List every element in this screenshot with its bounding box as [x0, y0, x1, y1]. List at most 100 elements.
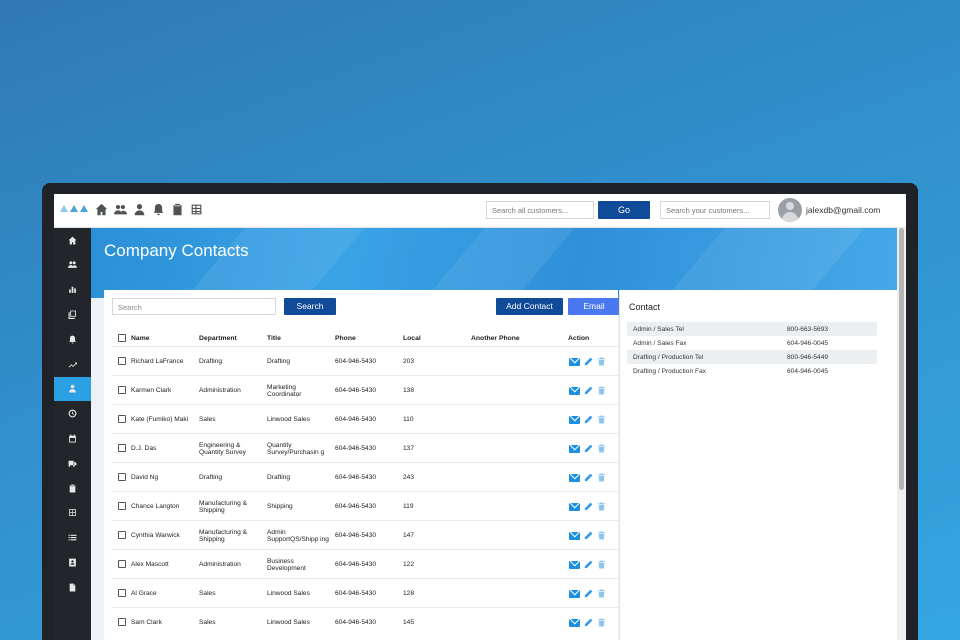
email-button[interactable]: Email — [568, 298, 620, 315]
sidebar-item-bar-chart[interactable] — [54, 278, 91, 302]
trash-icon[interactable] — [597, 618, 606, 627]
row-checkbox[interactable] — [118, 589, 126, 597]
mail-icon[interactable] — [569, 357, 580, 366]
cell-phone: 604-946-5430 — [335, 387, 377, 394]
sidebar-item-grid[interactable] — [54, 501, 91, 525]
pencil-icon[interactable] — [584, 589, 593, 598]
sidebar-item-clock[interactable] — [54, 402, 91, 426]
search-your-customers-input[interactable]: Search your customers... — [660, 201, 770, 219]
trash-icon[interactable] — [597, 444, 606, 453]
column-header-phone[interactable]: Phone — [335, 335, 356, 342]
avatar[interactable] — [778, 198, 802, 222]
pencil-icon[interactable] — [584, 386, 593, 395]
row-checkbox[interactable] — [118, 444, 126, 452]
monitor-frame: Search all customers... Go Search your c… — [42, 183, 918, 640]
table-row[interactable]: Karmen Clark Administration Marketing Coor… — [112, 375, 620, 404]
sidebar-item-clipboard[interactable] — [54, 476, 91, 500]
row-actions — [569, 415, 606, 424]
sidebar-item-users[interactable] — [54, 253, 91, 277]
pencil-icon[interactable] — [584, 415, 593, 424]
list-icon — [68, 534, 77, 541]
table-row[interactable]: Sam Clark Sales Linwood Sales 604-946-5430 1… — [112, 607, 620, 636]
trash-icon[interactable] — [597, 502, 606, 511]
column-header-department[interactable]: Department — [199, 335, 237, 342]
main-scrollbar[interactable] — [897, 228, 906, 640]
select-all-checkbox[interactable] — [118, 334, 126, 342]
table-row[interactable]: Kate (Fumiko) Maki Sales Linwood Sales 604-… — [112, 404, 620, 433]
cell-name: Kate (Fumiko) Maki — [131, 416, 189, 423]
mail-icon[interactable] — [569, 386, 580, 395]
calendar-icon — [69, 434, 76, 443]
sidebar-item-list[interactable] — [54, 526, 91, 550]
pencil-icon[interactable] — [584, 357, 593, 366]
trash-icon[interactable] — [597, 531, 606, 540]
sidebar-item-copy[interactable] — [54, 302, 91, 326]
trash-icon[interactable] — [597, 357, 606, 366]
mail-icon[interactable] — [569, 502, 580, 511]
cell-name: David Ng — [131, 474, 159, 481]
sidebar-item-home[interactable] — [54, 228, 91, 252]
table-row[interactable]: Chance Langton Manufacturing & Shipping Sh… — [112, 491, 620, 520]
add-contact-button[interactable]: Add Contact — [496, 298, 563, 315]
sidebar-item-calendar[interactable] — [54, 426, 91, 450]
table-row[interactable]: Cynthia Warwick Manufacturing & Shipping A… — [112, 520, 620, 549]
users-icon[interactable] — [113, 202, 127, 216]
sidebar-item-truck[interactable] — [54, 451, 91, 475]
mail-icon[interactable] — [569, 415, 580, 424]
table-row[interactable]: D.J. Das Engineering & Quantity Survey Qua… — [112, 433, 620, 462]
pencil-icon[interactable] — [584, 473, 593, 482]
table-row[interactable]: Alex Mascott Administration Business Devel… — [112, 549, 620, 578]
column-header-name[interactable]: Name — [131, 335, 150, 342]
row-checkbox[interactable] — [118, 386, 126, 394]
pencil-icon[interactable] — [584, 560, 593, 569]
user-email[interactable]: jalexdb@gmail.com — [806, 205, 880, 215]
contact-row: Admin / Sales Fax 604-946-0045 — [627, 336, 877, 350]
row-checkbox[interactable] — [118, 618, 126, 626]
user-icon[interactable] — [132, 202, 146, 216]
row-checkbox[interactable] — [118, 473, 126, 481]
row-checkbox[interactable] — [118, 415, 126, 423]
table-row[interactable]: David Ng Drafting Drafting 604-946-5430 243 — [112, 462, 620, 491]
sidebar-item-document[interactable] — [54, 575, 91, 599]
sidebar-item-contact-card[interactable] — [54, 550, 91, 574]
mail-icon[interactable] — [569, 618, 580, 627]
grid-icon[interactable] — [189, 202, 203, 216]
trash-icon[interactable] — [597, 589, 606, 598]
mail-icon[interactable] — [569, 589, 580, 598]
contact-row: Drafting / Production Tel 800-946-5449 — [627, 350, 877, 364]
pencil-icon[interactable] — [584, 444, 593, 453]
clipboard-icon[interactable] — [170, 202, 184, 216]
column-header-another-phone[interactable]: Another Phone — [471, 335, 520, 342]
search-button[interactable]: Search — [284, 298, 336, 315]
pencil-icon[interactable] — [584, 502, 593, 511]
row-checkbox[interactable] — [118, 531, 126, 539]
sidebar-item-bell[interactable] — [54, 327, 91, 351]
table-row[interactable]: Al Grace Sales Linwood Sales 604-946-5430 12… — [112, 578, 620, 607]
row-checkbox[interactable] — [118, 560, 126, 568]
pencil-icon[interactable] — [584, 531, 593, 540]
table-search-input[interactable]: Search — [112, 298, 276, 315]
row-checkbox[interactable] — [118, 502, 126, 510]
row-actions — [569, 618, 606, 627]
column-header-title[interactable]: Title — [267, 335, 281, 342]
bell-icon[interactable] — [151, 202, 165, 216]
trash-icon[interactable] — [597, 473, 606, 482]
trash-icon[interactable] — [597, 415, 606, 424]
home-icon[interactable] — [94, 202, 108, 216]
go-button[interactable]: Go — [598, 201, 650, 219]
trash-icon[interactable] — [597, 386, 606, 395]
pencil-icon[interactable] — [584, 618, 593, 627]
mail-icon[interactable] — [569, 473, 580, 482]
mail-icon[interactable] — [569, 531, 580, 540]
sidebar-item-user[interactable] — [54, 376, 91, 401]
row-actions — [569, 531, 606, 540]
search-all-customers-input[interactable]: Search all customers... — [486, 201, 594, 219]
scrollbar-thumb[interactable] — [899, 228, 904, 490]
column-header-local[interactable]: Local — [403, 335, 421, 342]
mail-icon[interactable] — [569, 444, 580, 453]
row-checkbox[interactable] — [118, 357, 126, 365]
mail-icon[interactable] — [569, 560, 580, 569]
sidebar-item-trending[interactable] — [54, 352, 91, 376]
table-row[interactable]: Richard LaFrance Drafting Drafting 604-946-… — [112, 346, 620, 375]
trash-icon[interactable] — [597, 560, 606, 569]
